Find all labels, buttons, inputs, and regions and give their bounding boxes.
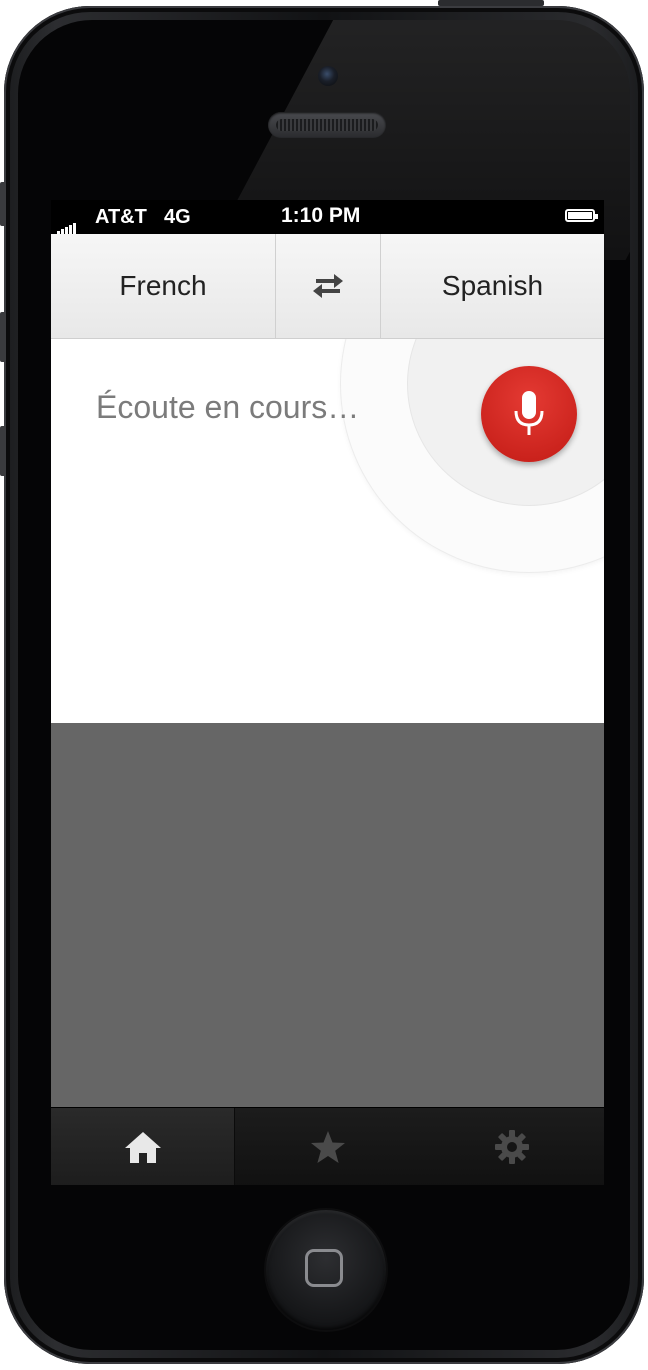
swap-arrows-icon xyxy=(313,274,343,298)
target-language-button[interactable]: Spanish xyxy=(381,234,604,338)
volume-up-button xyxy=(0,312,6,362)
microphone-icon xyxy=(514,391,544,435)
tab-favorites[interactable] xyxy=(235,1108,420,1185)
voice-input-area: Écoute en cours… xyxy=(51,339,604,723)
tab-home[interactable] xyxy=(51,1108,235,1185)
tab-bar xyxy=(51,1107,604,1185)
signal-strength-icon xyxy=(57,212,77,235)
home-button-square-icon xyxy=(305,1249,343,1287)
star-icon xyxy=(310,1131,345,1163)
sleep-button xyxy=(438,0,544,6)
gear-icon xyxy=(495,1130,529,1164)
source-language-button[interactable]: French xyxy=(51,234,276,338)
earpiece-speaker xyxy=(268,112,386,138)
microphone-button[interactable] xyxy=(481,366,577,462)
network-type: 4G xyxy=(164,206,191,228)
volume-down-button xyxy=(0,426,6,476)
battery-icon xyxy=(565,209,598,222)
carrier-label: AT&T xyxy=(95,206,147,228)
language-bar: French Spanish xyxy=(51,234,604,339)
status-bar: AT&T 4G 1:10 PM xyxy=(51,200,604,235)
listening-status-text: Écoute en cours… xyxy=(96,389,360,425)
home-button[interactable] xyxy=(266,1210,386,1330)
home-icon xyxy=(124,1132,161,1163)
app-screen: AT&T 4G 1:10 PM French Spanish Écoute en… xyxy=(51,200,604,1185)
target-language-label: Spanish xyxy=(441,270,544,301)
swap-languages-button[interactable] xyxy=(276,234,381,338)
source-language-label: French xyxy=(119,270,207,301)
status-time: 1:10 PM xyxy=(281,204,361,227)
tab-settings[interactable] xyxy=(420,1108,604,1185)
mute-switch xyxy=(0,182,6,226)
front-camera xyxy=(318,66,338,86)
translation-results-area xyxy=(51,723,604,1107)
